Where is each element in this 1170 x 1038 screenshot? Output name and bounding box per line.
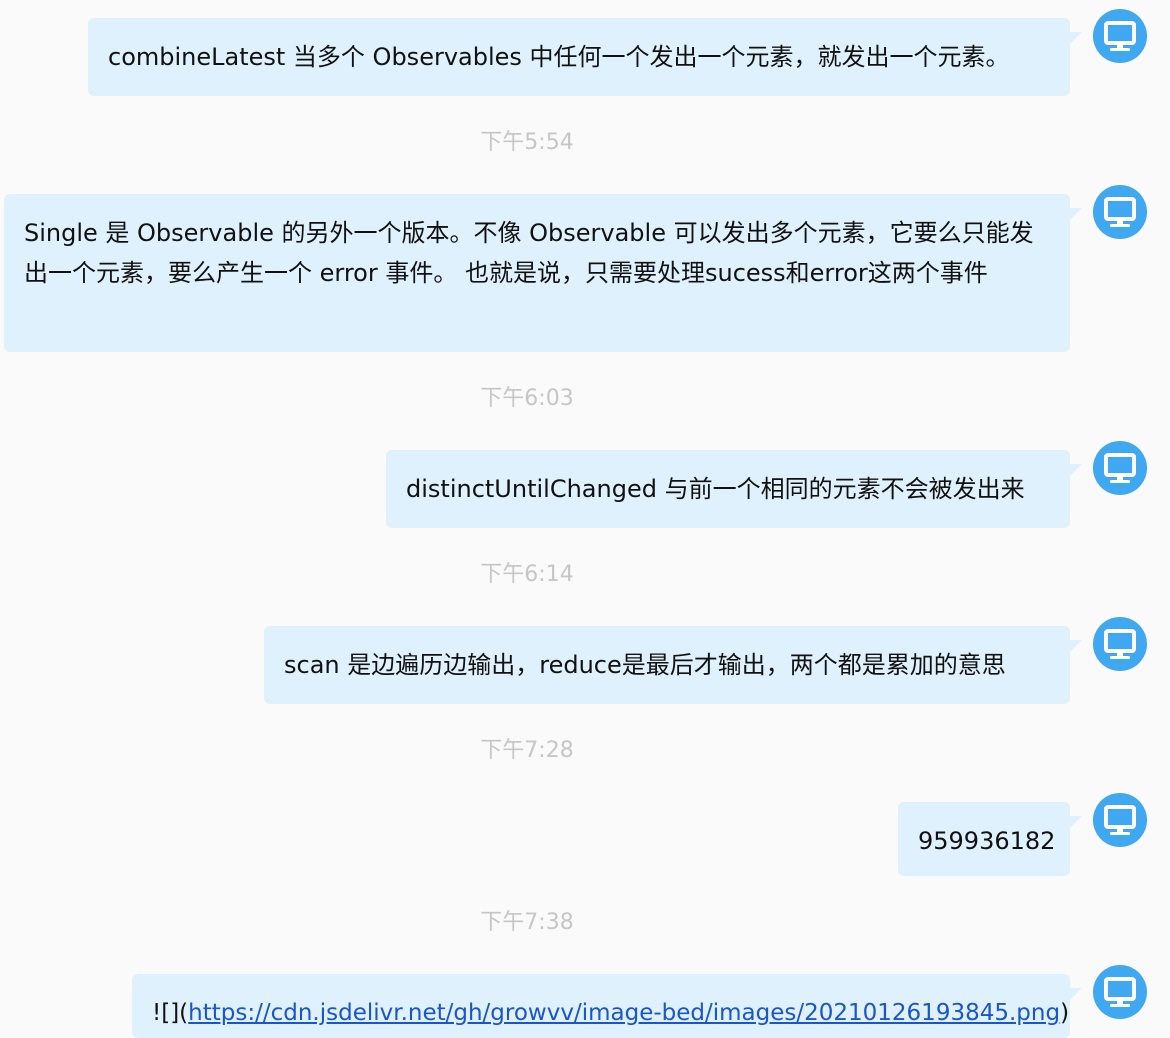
- timestamp: 下午7:38: [480, 910, 574, 935]
- monitor-icon: [1104, 629, 1136, 659]
- image-link[interactable]: https://cdn.jsdelivr.net/gh/growvv/image…: [188, 1000, 1060, 1026]
- avatar[interactable]: [1093, 9, 1147, 63]
- chat-message: ![](https://cdn.jsdelivr.net/gh/growvv/i…: [132, 974, 1082, 1038]
- timestamp: 下午6:03: [480, 386, 574, 411]
- avatar[interactable]: [1093, 185, 1147, 239]
- timestamp: 下午6:14: [480, 562, 574, 587]
- monitor-icon: [1104, 21, 1136, 51]
- message-text-suffix: ): [1060, 1000, 1070, 1026]
- message-text: distinctUntilChanged 与前一个相同的元素不会被发出来: [406, 475, 1025, 503]
- monitor-icon: [1104, 453, 1136, 483]
- chat-message: distinctUntilChanged 与前一个相同的元素不会被发出来: [386, 450, 1082, 528]
- chat-message: scan 是边遍历边输出，reduce是最后才输出，两个都是累加的意思: [264, 626, 1082, 704]
- monitor-icon: [1104, 197, 1136, 227]
- avatar[interactable]: [1093, 793, 1147, 847]
- chat-message: 959936182: [898, 802, 1082, 876]
- monitor-icon: [1104, 977, 1136, 1007]
- message-text: 959936182: [918, 827, 1056, 855]
- message-text: Single 是 Observable 的另外一个版本。不像 Observabl…: [24, 219, 1034, 287]
- message-text: combineLatest 当多个 Observables 中任何一个发出一个元…: [108, 43, 1010, 71]
- avatar[interactable]: [1093, 965, 1147, 1019]
- chat-message: Single 是 Observable 的另外一个版本。不像 Observabl…: [4, 194, 1082, 352]
- message-text: scan 是边遍历边输出，reduce是最后才输出，两个都是累加的意思: [284, 651, 1006, 679]
- avatar[interactable]: [1093, 617, 1147, 671]
- timestamp: 下午5:54: [480, 130, 574, 155]
- chat-message: combineLatest 当多个 Observables 中任何一个发出一个元…: [88, 18, 1082, 96]
- monitor-icon: [1104, 805, 1136, 835]
- message-text-prefix: ![](: [152, 1000, 189, 1026]
- timestamp: 下午7:28: [480, 738, 574, 763]
- avatar[interactable]: [1093, 441, 1147, 495]
